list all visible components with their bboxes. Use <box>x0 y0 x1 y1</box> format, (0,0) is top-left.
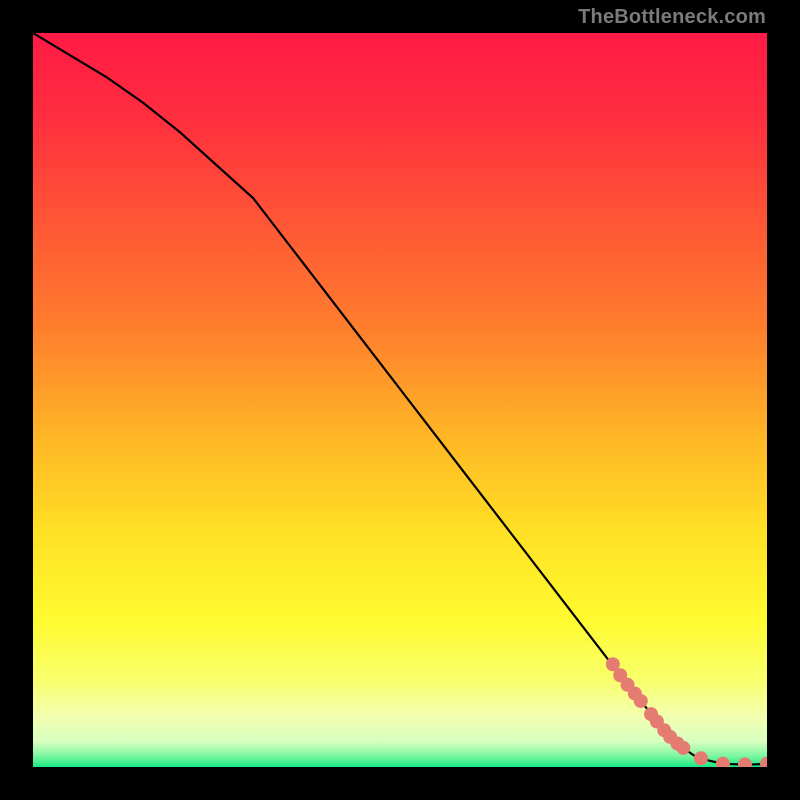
chart-stage: TheBottleneck.com <box>0 0 800 800</box>
data-point <box>634 694 648 708</box>
plot-area <box>33 33 767 767</box>
data-point <box>676 741 690 755</box>
attribution-text: TheBottleneck.com <box>578 6 766 29</box>
data-point <box>694 751 708 765</box>
plot-svg <box>33 33 767 767</box>
gradient-background <box>33 33 767 767</box>
